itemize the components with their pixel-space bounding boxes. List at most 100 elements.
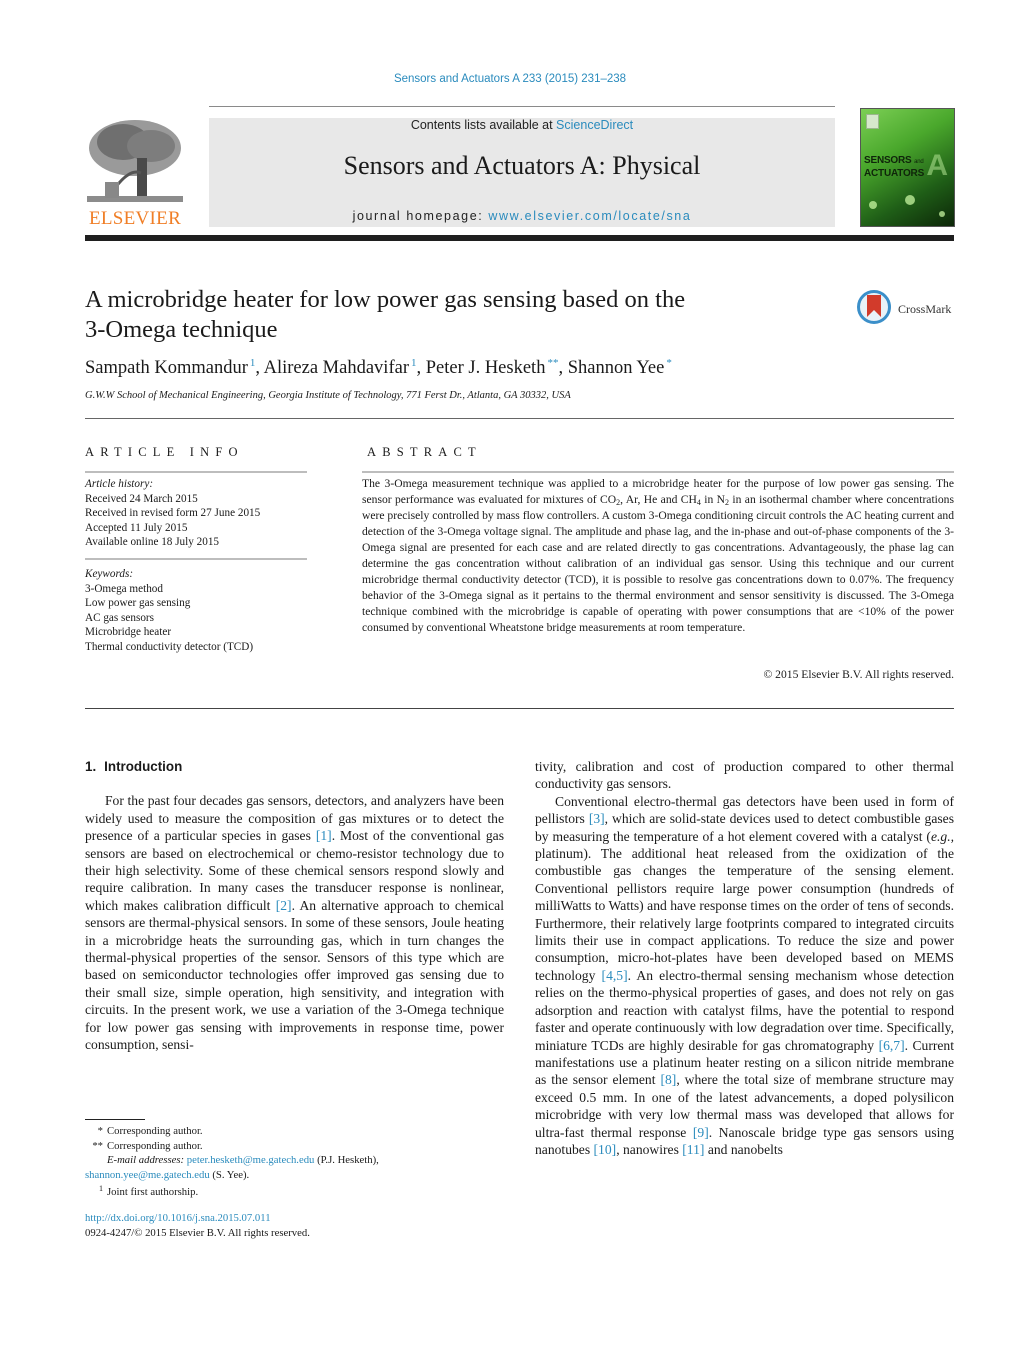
citation-link[interactable]: [11] [682,1142,704,1157]
paragraph-text: . An alternative approach to chemical se… [85,897,504,1053]
abstract-segment: in N [700,493,726,506]
cover-publisher-icon [866,114,879,129]
article-info-heading: ARTICLE INFO [85,445,244,459]
keywords-divider [85,558,307,560]
section-heading-introduction: 1. Introduction [85,758,504,775]
article-history: Article history: Received 24 March 2015 … [85,477,325,550]
section-number: 1. [85,759,97,774]
footnote-text: Joint first authorship. [107,1186,199,1199]
article-info-divider [85,471,307,473]
journal-homepage: journal homepage: www.elsevier.com/locat… [209,209,835,223]
intro-paragraph-1: For the past four decades gas sensors, d… [85,792,504,1053]
footnote-corresponding-1: * Corresponding author. [85,1124,515,1139]
body-column-left: 1. Introduction For the past four decades… [85,758,504,1054]
homepage-prefix: journal homepage: [352,209,489,223]
affiliation: G.W.W School of Mechanical Engineering, … [85,390,571,401]
author-mark[interactable]: 1 [250,357,256,369]
history-item: Received 24 March 2015 [85,492,198,505]
homepage-link[interactable]: www.elsevier.com/locate/sna [488,209,691,223]
abstract-divider [362,471,954,473]
footnote-divider [85,1119,145,1120]
footnotes: * Corresponding author. ** Corresponding a… [85,1124,515,1200]
keyword-item: AC gas sensors [85,611,154,624]
citation-link[interactable]: [6,7] [879,1038,905,1053]
paragraph-text: and nanobelts [704,1141,783,1157]
email-owner: (S. Yee). [209,1168,250,1181]
journal-banner: Contents lists available at ScienceDirec… [209,118,835,227]
cover-title-line1: SENSORS [864,155,912,166]
body-column-right: tivity, calibration and cost of producti… [535,758,954,1158]
keywords: Keywords: 3-Omega method Low power gas s… [85,567,325,654]
citation-link[interactable]: [3] [589,811,605,826]
abstract-heading: ABSTRACT [367,445,482,459]
abstract-segment: in an isothermal chamber where concentra… [362,493,954,634]
journal-reference[interactable]: Sensors and Actuators A 233 (2015) 231–2… [0,73,1020,85]
history-item: Available online 18 July 2015 [85,536,220,548]
author-mark[interactable]: * [666,357,672,369]
elsevier-tree-icon [85,118,185,206]
issn-copyright: 0924-4247/© 2015 Elsevier B.V. All right… [85,1227,310,1239]
elsevier-wordmark: ELSEVIER [88,208,182,229]
cover-glow-dot [939,211,945,217]
author-name[interactable]: Shannon Yee [568,358,665,378]
intro-paragraph-2: Conventional electro-thermal gas detecto… [535,793,954,1159]
cover-title-and: and [914,159,924,165]
footnote-mark: * [97,1125,103,1137]
email-link-yee[interactable]: shannon.yee@me.gatech.edu [85,1169,210,1181]
history-item: Received in revised form 27 June 2015 [85,507,261,519]
sciencedirect-link[interactable]: ScienceDirect [556,118,633,132]
citation-link[interactable]: [1] [316,828,332,843]
citation-link[interactable]: [9] [693,1125,709,1140]
footnote-emails-cont: shannon.yee@me.gatech.edu (S. Yee). [85,1168,515,1183]
intro-paragraph-1-continued: tivity, calibration and cost of producti… [535,759,954,792]
citation-link[interactable]: [10] [594,1142,617,1157]
email-link-hesketh[interactable]: peter.hesketh@me.gatech.edu [187,1154,315,1166]
journal-title: Sensors and Actuators A: Physical [343,151,701,180]
paragraph-text: , nanowires [616,1141,683,1157]
email-label: E-mail addresses: [107,1154,185,1167]
article-title-line2: 3-Omega technique [85,316,278,343]
title-divider [85,418,954,419]
footnote-text: Corresponding author. [107,1139,203,1152]
elsevier-logo[interactable]: ELSEVIER [85,118,185,230]
article-title: A microbridge heater for low power gas s… [85,285,785,345]
cover-title-line2: ACTUATORS [864,168,925,179]
paragraph-text: platinum). The additional heat released … [535,846,954,983]
keywords-label: Keywords: [85,568,134,580]
crossmark-notch [867,310,881,317]
citation-link[interactable]: [4,5] [602,968,628,983]
doi-link[interactable]: http://dx.doi.org/10.1016/j.sna.2015.07.… [85,1212,271,1224]
footnote-mark: 1 [99,1184,103,1194]
abstract-bottom-divider [85,708,954,709]
keyword-item: Microbridge heater [85,626,172,638]
contents-line: Contents lists available at ScienceDirec… [209,118,835,132]
author-mark[interactable]: ** [547,357,558,369]
abstract-text: The 3-Omega measurement technique was ap… [362,476,954,636]
keyword-item: Low power gas sensing [85,597,191,609]
keyword-item: Thermal conductivity detector (TCD) [85,640,254,653]
abstract-segment: , Ar, He and CH [620,493,697,506]
citation-link[interactable]: [2] [276,898,292,913]
cover-title: SENSORS and ACTUATORS [864,155,924,179]
footnote-mark: ** [92,1139,103,1152]
author-name[interactable]: Alireza Mahdavifar [264,358,409,378]
section-title: Introduction [104,759,183,774]
article-title-line1: A microbridge heater for low power gas s… [85,286,686,313]
author-name[interactable]: Peter J. Hesketh [426,358,546,378]
contents-prefix: Contents lists available at [410,118,557,132]
cover-glow-dot [905,195,915,205]
italic-text: e.g., [930,828,954,844]
citation-link[interactable]: [8] [660,1072,676,1087]
abstract-copyright: © 2015 Elsevier B.V. All rights reserved… [763,668,954,681]
history-item: Accepted 11 July 2015 [85,521,188,534]
author-mark[interactable]: 1 [411,357,417,369]
footnote-joint-authorship: 1 Joint first authorship. [85,1182,515,1200]
crossmark-label: CrossMark [898,302,952,316]
history-label: Article history: [85,478,154,490]
cover-glow-dot [869,201,877,209]
crossmark-badge[interactable]: CrossMark [857,290,957,330]
email-owner: (P.J. Hesketh), [314,1154,379,1167]
author-name[interactable]: Sampath Kommandur [85,358,248,378]
keyword-item: 3-Omega method [85,582,163,595]
journal-cover-thumbnail[interactable]: A SENSORS and ACTUATORS [860,108,955,227]
